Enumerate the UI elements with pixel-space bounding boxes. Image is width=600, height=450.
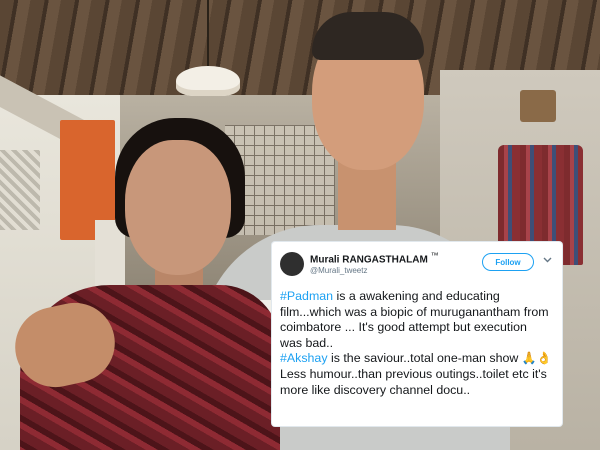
window [0,150,40,230]
emoji-icons: 🙏👌 [521,351,552,366]
tweet-card: Murali RANGASTHALAM ™ @Murali_tweetz Fol… [272,242,562,426]
tweet-text-part-3: Less humour..than previous outings..toil… [280,366,547,397]
lamp-cord [207,0,209,68]
tweet-header: Murali RANGASTHALAM ™ @Murali_tweetz Fol… [280,251,552,283]
tweet-text: #Padman is a awakening and educating fil… [280,289,552,398]
tweet-text-part-2: is the saviour..total one-man show [327,351,522,366]
avatar[interactable] [280,252,304,276]
user-handle[interactable]: @Murali_tweetz [310,266,482,275]
user-names: Murali RANGASTHALAM ™ @Murali_tweetz [310,251,482,275]
hashtag-akshay[interactable]: #Akshay [280,351,328,365]
ceiling-lamp [176,66,240,96]
chevron-down-icon[interactable] [542,255,552,265]
display-name[interactable]: Murali RANGASTHALAM ™ [310,251,482,266]
man-hair [312,12,424,60]
wall-box [520,90,556,122]
woman-face [125,140,231,275]
trademark-symbol: ™ [430,251,439,260]
follow-button[interactable]: Follow [482,253,534,271]
hashtag-padman[interactable]: #Padman [280,289,333,303]
